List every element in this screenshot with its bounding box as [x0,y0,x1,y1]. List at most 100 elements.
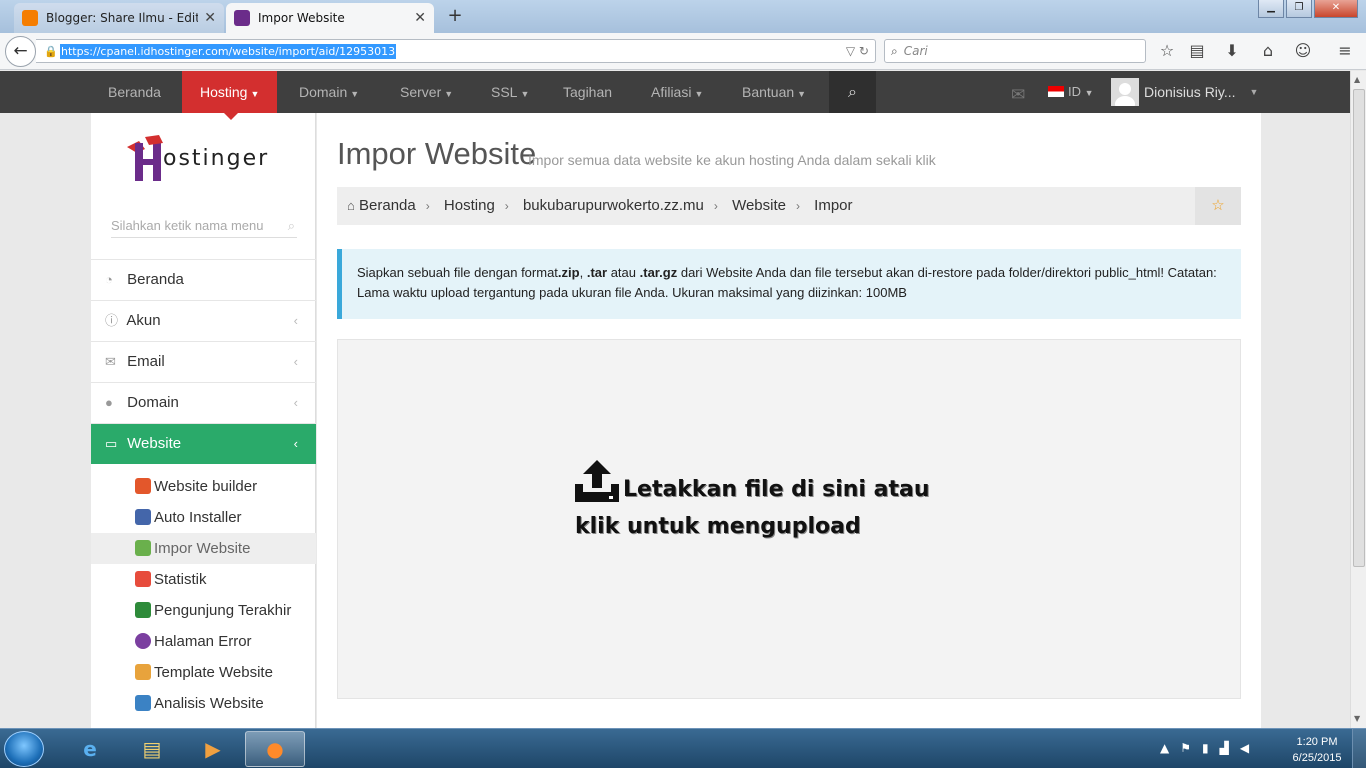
close-window-button[interactable]: ✕ [1314,0,1358,18]
sidebar-item-website[interactable]: ▭ Website ‹ [91,423,316,464]
address-bar[interactable]: 🔒 https://cpanel.idhostinger.com/website… [36,39,876,63]
scroll-up-icon[interactable]: ▲ [1354,75,1360,84]
favorite-star-button[interactable]: ☆ [1195,187,1241,225]
visitors-icon [135,602,151,618]
submenu-label: Statistik [154,571,207,588]
reading-list-icon[interactable]: ▤ [1186,41,1208,60]
hostinger-favicon-icon [234,10,250,26]
nav-bantuan[interactable]: Bantuan ▼ [742,71,806,113]
breadcrumb-beranda[interactable]: Beranda [359,197,416,214]
taskbar-firefox[interactable]: ● [245,731,305,767]
start-button[interactable] [4,731,44,767]
tab-title: Impor Website [258,11,345,25]
browser-tab-impor-website[interactable]: Impor Website ✕ [226,3,434,33]
show-hidden-icons-icon[interactable]: ▲ [1160,741,1169,755]
chevron-left-icon: ‹ [293,313,298,328]
home-icon[interactable]: ⌂ [1257,41,1279,60]
chevron-right-icon: › [425,199,430,213]
scroll-down-icon[interactable]: ▼ [1354,714,1360,723]
upload-icon [575,460,619,502]
warning-icon [135,633,151,649]
alert-format-targz: .tar.gz [639,265,678,280]
new-tab-button[interactable]: + [445,5,465,26]
menu-search-placeholder: Silahkan ketik nama menu [111,218,264,233]
menu-icon[interactable]: ≡ [1334,41,1356,60]
media-player-icon: ▶ [205,737,221,761]
auto-installer-icon [135,509,151,525]
submenu-impor-website[interactable]: Impor Website [91,533,316,564]
scrollbar-thumb[interactable] [1353,89,1365,567]
minimize-button[interactable]: ▁ [1258,0,1284,18]
dropzone-label[interactable]: Letakkan file di sini atau klik untuk me… [575,460,975,545]
user-menu[interactable]: Dionisius Riy... ▼ [1111,78,1258,106]
submenu-halaman-error[interactable]: Halaman Error [91,626,316,657]
system-tray: ▲ ⚑ ▮ ▟ ◀ [1160,741,1249,755]
dropzone-text: Letakkan file di sini atau klik untuk me… [575,477,930,539]
menu-search-input[interactable]: Silahkan ketik nama menu ⌕ [111,214,297,238]
close-tab-icon[interactable]: ✕ [414,10,426,26]
breadcrumb-domain[interactable]: bukubarupurwokerto.zz.mu [523,197,704,214]
taskbar-clock[interactable]: 1:20 PM 6/25/2015 [1286,734,1348,766]
sidebar-item-email[interactable]: ✉ Email ‹ [91,341,316,382]
show-desktop-button[interactable] [1352,729,1366,768]
bookmark-star-icon[interactable]: ☆ [1156,41,1178,60]
sidebar-item-label: Akun [126,312,161,329]
browser-tab-blogger[interactable]: Blogger: Share Ilmu - Edit e... ✕ [14,3,224,33]
sidebar-item-beranda[interactable]: ◔ Beranda [91,259,316,300]
nav-ssl[interactable]: SSL ▼ [491,71,529,113]
alert-text: Siapkan sebuah file dengan format [357,265,558,280]
nav-search-button[interactable]: ⌕ [829,71,876,113]
search-input[interactable]: ⌕ Cari [884,39,1146,63]
chat-icon[interactable]: ☺ [1292,41,1314,60]
nav-afiliasi[interactable]: Afiliasi ▼ [651,71,703,113]
submenu-website-builder[interactable]: Website builder [91,471,316,502]
taskbar-internet-explorer[interactable]: e [60,731,120,767]
nav-hosting[interactable]: Hosting ▼ [182,71,278,113]
submenu-analisis-website[interactable]: Analisis Website [91,688,316,719]
breadcrumb-hosting[interactable]: Hosting [444,197,495,214]
info-icon: ⓘ [105,313,119,328]
volume-icon[interactable]: ◀ [1240,741,1249,755]
submenu-template-website[interactable]: Template Website [91,657,316,688]
chevron-down-icon: ▼ [520,89,530,99]
chevron-left-icon: ‹ [293,354,298,369]
alert-text: atau [610,265,637,280]
alert-comma: , [579,265,584,280]
submenu-auto-installer[interactable]: Auto Installer [91,502,316,533]
download-icon[interactable]: ⬇ [1221,41,1243,60]
template-icon [135,664,151,680]
sidebar-item-akun[interactable]: ⓘ Akun ‹ [91,300,316,341]
chevron-down-icon: ▼ [1249,87,1259,97]
taskbar-file-explorer[interactable]: ▤ [122,731,182,767]
reload-icon[interactable]: ▽ ↻ [846,44,869,58]
chevron-right-icon: › [504,199,509,213]
breadcrumb-website[interactable]: Website [732,197,786,214]
language-selector[interactable]: ID ▼ [1048,71,1094,113]
nav-beranda[interactable]: Beranda [108,71,161,113]
nav-server[interactable]: Server ▼ [400,71,453,113]
envelope-icon[interactable]: ✉ [1011,85,1025,105]
nav-label: Server [400,84,442,100]
search-icon: ⌕ [891,43,898,58]
logo-text: ostinger [163,146,269,171]
sidebar-item-domain[interactable]: ● Domain ‹ [91,382,316,423]
close-tab-icon[interactable]: ✕ [204,10,216,26]
submenu-statistik[interactable]: Statistik [91,564,316,595]
back-button[interactable]: ← [5,36,36,67]
nav-tagihan[interactable]: Tagihan [563,71,612,113]
battery-icon[interactable]: ▮ [1202,741,1209,755]
taskbar-media-player[interactable]: ▶ [183,731,243,767]
star-icon: ☆ [1211,197,1225,214]
url-text[interactable]: https://cpanel.idhostinger.com/website/i… [60,43,397,59]
chevron-left-icon: ‹ [293,436,298,451]
maximize-button[interactable]: ❐ [1286,0,1312,18]
search-icon: ⌕ [287,218,295,233]
submenu-pengunjung-terakhir[interactable]: Pengunjung Terakhir [91,595,316,626]
globe-icon: ● [105,395,113,410]
hostinger-logo[interactable]: ostinger [125,135,285,185]
action-center-icon[interactable]: ⚑ [1180,741,1191,755]
page-scrollbar[interactable]: ▲ ▼ [1350,71,1366,728]
nav-domain[interactable]: Domain ▼ [299,71,359,113]
avatar [1111,78,1139,106]
network-icon[interactable]: ▟ [1220,741,1229,755]
